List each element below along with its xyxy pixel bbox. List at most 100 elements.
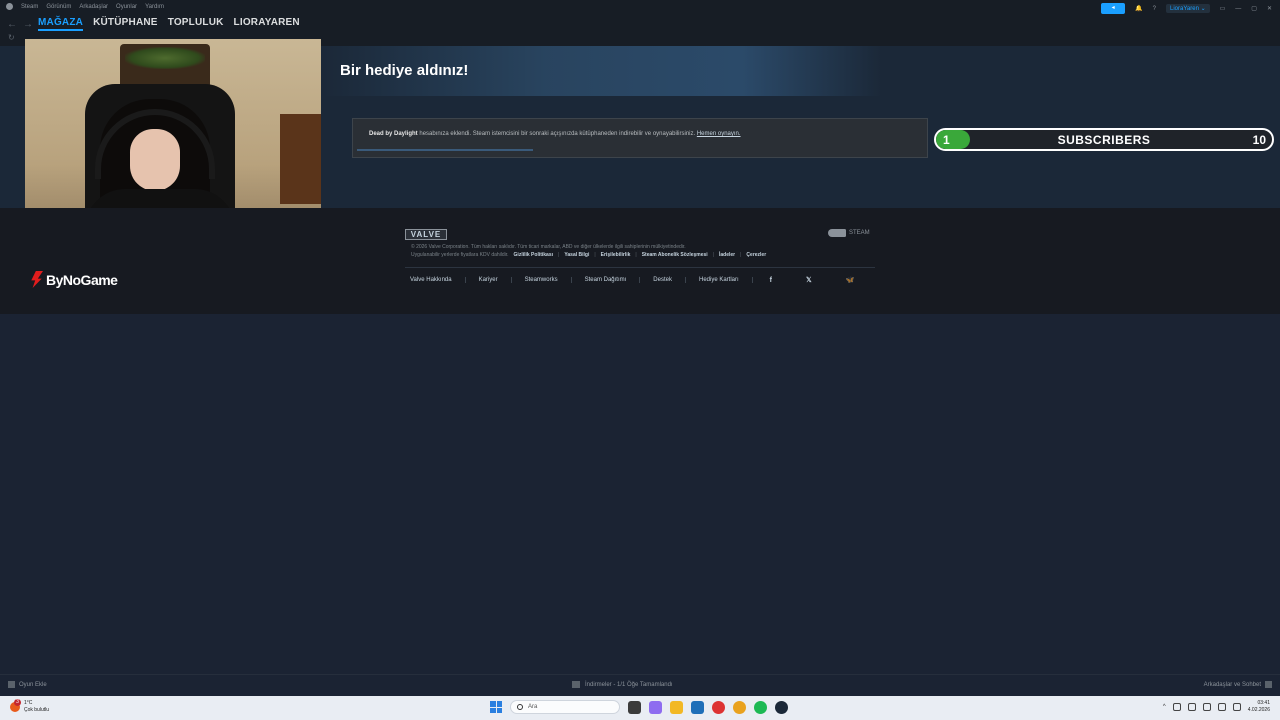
bynogame-logo: ByNoGame [30,271,118,288]
tab-community[interactable]: TOPLULUK [168,17,224,31]
menu-friends[interactable]: Arkadaşlar [79,4,108,10]
user-dropdown[interactable]: LioraYaren ⌄ [1166,4,1210,13]
weather-widget[interactable]: 3 1°C Çok bulutlu [10,699,50,714]
link-about-valve[interactable]: Valve Hakkında [410,277,466,283]
link-jobs[interactable]: Kariyer [466,277,512,283]
weather-badge: 3 [14,699,21,706]
close-button[interactable]: ✕ [1267,5,1272,12]
friends-chat-label: Arkadaşlar ve Sohbet [1203,681,1261,688]
network-icon[interactable] [1202,703,1211,711]
taskbar-search[interactable]: Ara [510,700,620,714]
steam-logo-icon [828,229,846,237]
link-ssa[interactable]: Steam Abonelik Sözleşmesi [642,252,708,258]
link-accessibility[interactable]: Erişilebilirlik [601,252,631,258]
mic-icon[interactable] [1187,703,1196,711]
steam-footer-logo[interactable]: STEAM [828,229,870,237]
forward-arrow-icon[interactable]: → [23,19,33,30]
minimize-button[interactable]: — [1235,6,1241,12]
store-icon[interactable] [691,700,704,714]
title-controls: ◂ 🔔 ? LioraYaren ⌄ ▭ — ▢ ✕ [1101,3,1272,14]
plus-icon [8,681,15,688]
menu-bar: Steam Görünüm Arkadaşlar Oyunlar Yardım [6,3,164,10]
vat-note: Uygulanabilir yerlerde fiyatlara KDV dah… [411,252,509,258]
search-placeholder: Ara [528,704,538,710]
maximize-button[interactable]: ▢ [1251,5,1257,12]
nav-tabs: MAĞAZA KÜTÜPHANE TOPLULUK LIORAYAREN [38,17,300,31]
tab-library[interactable]: KÜTÜPHANE [93,17,158,31]
link-cookies[interactable]: Çerezler [746,252,766,258]
facebook-icon[interactable]: f [753,277,789,284]
menu-steam[interactable]: Steam [21,4,38,10]
copilot-icon[interactable] [649,700,662,714]
start-icon[interactable] [490,701,502,713]
spotify-icon[interactable] [754,700,767,714]
weather-icon: 3 [10,699,21,712]
clock[interactable]: 03:41 4.02.2026 [1248,700,1270,714]
copyright-text: © 2026 Valve Corporation. Tüm hakları sa… [411,244,686,250]
gift-progress-bar [357,149,533,151]
link-steamworks[interactable]: Steamworks [512,277,572,283]
clock-time: 03:41 [1257,700,1270,706]
x-icon[interactable]: 𝕏 [789,276,829,284]
clock-date: 4.02.2026 [1247,707,1270,713]
back-arrow-icon[interactable]: ← [7,19,17,30]
menu-help[interactable]: Yardım [145,4,164,10]
volume-icon[interactable] [1217,703,1226,711]
download-icon [572,681,580,688]
subscribers-goal-widget: 1 SUBSCRIBERS 10 [934,128,1274,151]
gift-message-text: hesabınıza eklendi. Steam istemcisini bi… [417,131,697,137]
steam-taskbar-icon[interactable] [775,700,788,714]
steam-footer-text: STEAM [849,230,870,236]
friends-chat-button[interactable]: Arkadaşlar ve Sohbet [1204,681,1272,688]
tray-app-icon[interactable] [1172,703,1181,711]
subscribers-goal: 10 [1252,133,1266,147]
weather-desc: Çok bulutlu [24,707,50,713]
windows-taskbar: 3 1°C Çok bulutlu Ara ^ 03:41 4.02.2026 [0,696,1280,720]
subscribers-label: SUBSCRIBERS [1057,133,1151,147]
menu-games[interactable]: Oyunlar [116,4,137,10]
tab-profile[interactable]: LIORAYAREN [234,17,300,31]
tray-chevron-icon[interactable]: ^ [1163,704,1166,710]
steam-bottom-bar: Oyun Ekle İndirmeler - 1/1 Öğe Tamamland… [0,674,1280,696]
battery-icon[interactable] [1232,703,1241,711]
obs-icon[interactable] [712,700,725,714]
reload-icon[interactable]: ↻ [8,33,15,42]
steam-icon [6,3,13,10]
valve-logo[interactable]: VALVE [405,229,447,240]
downloads-status[interactable]: İndirmeler - 1/1 Öğe Tamamlandı [572,681,673,688]
task-view-icon[interactable] [628,700,641,714]
chat-icon [1265,681,1272,688]
gift-notice: Dead by Daylight hesabınıza eklendi. Ste… [352,118,928,158]
title-bar: Steam Görünüm Arkadaşlar Oyunlar Yardım … [0,0,1280,16]
footer-links: Valve Hakkında Kariyer Steamworks Steam … [410,276,872,285]
page-title: Bir hediye aldınız! [340,62,469,79]
bluesky-icon[interactable]: 🦋 [829,276,872,284]
big-picture-icon[interactable]: ▭ [1220,5,1226,12]
bynogame-bolt-icon [31,271,43,288]
nav-arrows: ← → [7,19,33,30]
file-explorer-icon[interactable] [670,700,683,714]
link-legal[interactable]: Yasal Bilgi [564,252,589,258]
link-gift-cards[interactable]: Hediye Kartları [686,277,753,283]
bynogame-text: ByNoGame [46,271,118,288]
search-icon [517,704,523,710]
downloads-label: İndirmeler - 1/1 Öğe Tamamlandı [585,681,673,688]
legal-line: Uygulanabilir yerlerde fiyatlara KDV dah… [411,252,767,258]
help-button[interactable]: ? [1153,6,1156,12]
notifications-icon[interactable]: 🔔 [1135,5,1142,12]
link-privacy[interactable]: Gizlilik Politikası [514,252,553,258]
chrome-icon[interactable] [733,700,746,714]
footer-divider [405,267,875,268]
link-refunds[interactable]: İadeler [719,252,735,258]
announcements-button[interactable]: ◂ [1101,3,1126,14]
menu-view[interactable]: Görünüm [46,4,71,10]
system-tray: ^ 03:41 4.02.2026 [1163,700,1270,714]
gift-game-name: Dead by Daylight [369,131,418,137]
tab-store[interactable]: MAĞAZA [38,17,84,31]
link-support[interactable]: Destek [640,277,686,283]
link-distribution[interactable]: Steam Dağıtımı [572,277,641,283]
play-now-link[interactable]: Hemen oynayın. [697,131,741,137]
taskbar-apps: Ara [490,700,788,714]
add-game-button[interactable]: Oyun Ekle [8,681,47,688]
add-game-label: Oyun Ekle [19,681,47,688]
